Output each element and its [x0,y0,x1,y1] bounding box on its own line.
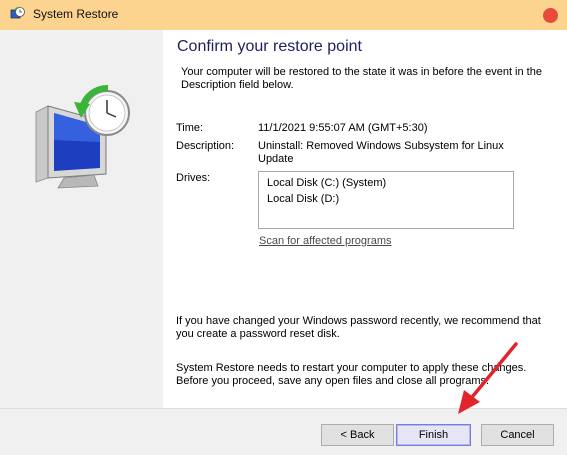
close-button[interactable] [543,8,558,23]
list-item[interactable]: Local Disk (C:) (System) [267,177,386,189]
drives-label: Drives: [176,172,211,184]
button-bar: < Back Finish Cancel [0,408,567,455]
page-title: Confirm your restore point [177,38,362,55]
password-note: If you have changed your Windows passwor… [176,315,541,340]
title-bar[interactable]: System Restore [0,0,567,30]
sidebar-panel [0,30,163,408]
system-restore-icon [10,6,25,19]
description-value: Uninstall: Removed Windows Subsystem for… [258,140,504,165]
window-title: System Restore [33,7,119,21]
time-label: Time: [176,122,204,134]
time-value: 11/1/2021 9:55:07 AM (GMT+5:30) [258,122,428,134]
list-item[interactable]: Local Disk (D:) [267,193,339,205]
content-panel: Confirm your restore point Your computer… [163,30,567,408]
scan-affected-programs-link[interactable]: Scan for affected programs [259,235,391,247]
monitor-clock-restore-icon [35,85,130,189]
back-button[interactable]: < Back [321,424,394,446]
description-label: Description: [176,140,235,152]
restart-note: System Restore needs to restart your com… [176,362,527,387]
drives-list[interactable]: Local Disk (C:) (System) Local Disk (D:) [258,171,514,229]
cancel-button[interactable]: Cancel [481,424,554,446]
intro-text: Your computer will be restored to the st… [181,66,542,91]
system-restore-window: System Restore Confirm your restore poin… [0,0,567,455]
finish-button[interactable]: Finish [396,424,471,446]
